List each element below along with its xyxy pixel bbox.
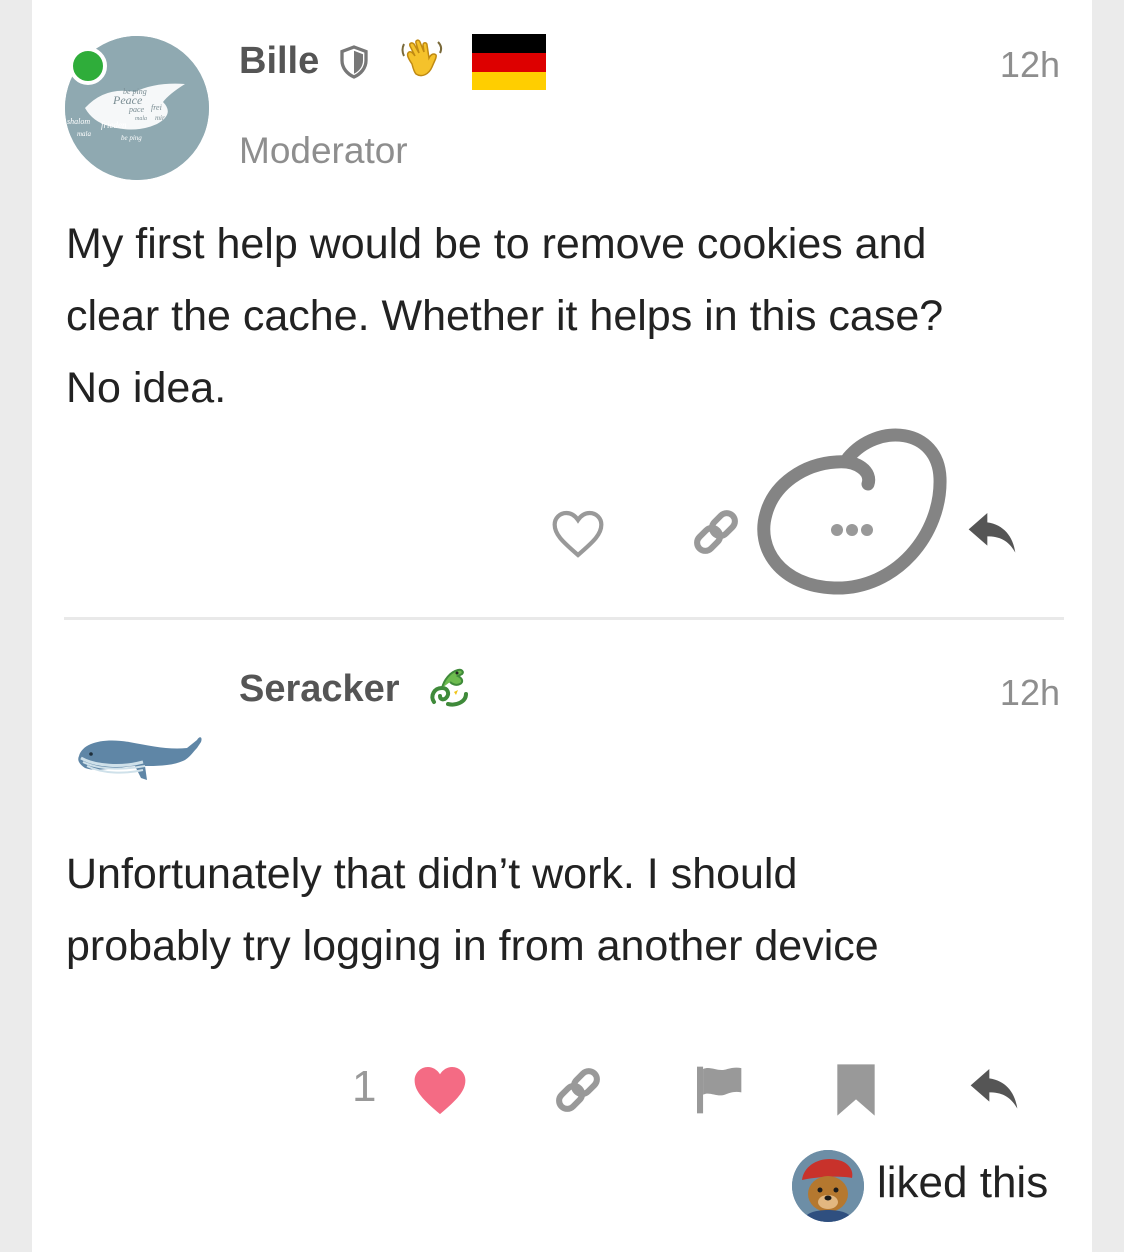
post-body-line: Unfortunately that didn’t work. I should <box>66 850 798 898</box>
post-body: My first help would be to remove cookies… <box>66 208 1066 424</box>
post-body-line: clear the cache. Whether it helps in thi… <box>66 292 944 340</box>
waving-hand-icon <box>401 39 443 77</box>
liker-avatar[interactable] <box>792 1150 864 1222</box>
online-status-indicator <box>69 47 107 85</box>
shield-icon <box>340 45 368 79</box>
reply-icon <box>970 1069 1018 1109</box>
post-body-line: My first help would be to remove cookies… <box>66 220 927 268</box>
heart-icon <box>552 510 604 558</box>
like-button[interactable] <box>548 504 608 564</box>
svg-text:pace: pace <box>128 105 145 114</box>
whale-avatar-image <box>78 737 202 780</box>
post-body-line: No idea. <box>66 364 227 412</box>
link-icon <box>694 510 738 554</box>
bookmark-button[interactable] <box>824 1060 888 1120</box>
post-time[interactable]: 12h <box>1000 672 1060 714</box>
post-bille: be ping Peace pace frei mala mir shalom … <box>32 0 1092 620</box>
bear-avatar-image <box>792 1150 864 1222</box>
svg-text:mala: mala <box>77 130 92 138</box>
user-title: Moderator <box>239 130 408 171</box>
reply-icon <box>968 513 1016 553</box>
germany-flag-icon <box>472 34 546 90</box>
annotation-circle <box>757 428 947 595</box>
topic-panel: be ping Peace pace frei mala mir shalom … <box>32 0 1092 1252</box>
bookmark-icon <box>837 1064 875 1116</box>
username[interactable]: Seracker <box>239 668 400 711</box>
like-count[interactable]: 1 <box>352 1062 376 1112</box>
like-button[interactable] <box>408 1060 472 1120</box>
heart-icon <box>414 1067 466 1115</box>
liked-this-label: liked this <box>877 1158 1049 1207</box>
copy-link-button[interactable] <box>686 502 746 562</box>
post-body: Unfortunately that didn’t work. I should… <box>66 838 1066 982</box>
svg-text:be ping: be ping <box>121 134 142 142</box>
username[interactable]: Bille <box>239 40 319 83</box>
post-time[interactable]: 12h <box>1000 44 1060 86</box>
post-body-line: probably try logging in from another dev… <box>66 922 879 970</box>
avatar-seracker[interactable] <box>65 656 209 800</box>
svg-text:shalom: shalom <box>67 117 90 126</box>
flag-icon <box>697 1066 742 1114</box>
svg-text:mala: mala <box>135 116 147 122</box>
svg-text:frieden: frieden <box>101 120 127 130</box>
flag-post-button[interactable] <box>686 1060 750 1120</box>
copy-link-button[interactable] <box>546 1060 610 1120</box>
svg-text:frei: frei <box>151 103 162 112</box>
svg-text:mir: mir <box>155 114 165 122</box>
reply-button[interactable] <box>962 504 1022 564</box>
link-icon <box>556 1068 600 1112</box>
reply-button[interactable] <box>962 1060 1026 1120</box>
dragon-icon <box>430 668 468 707</box>
